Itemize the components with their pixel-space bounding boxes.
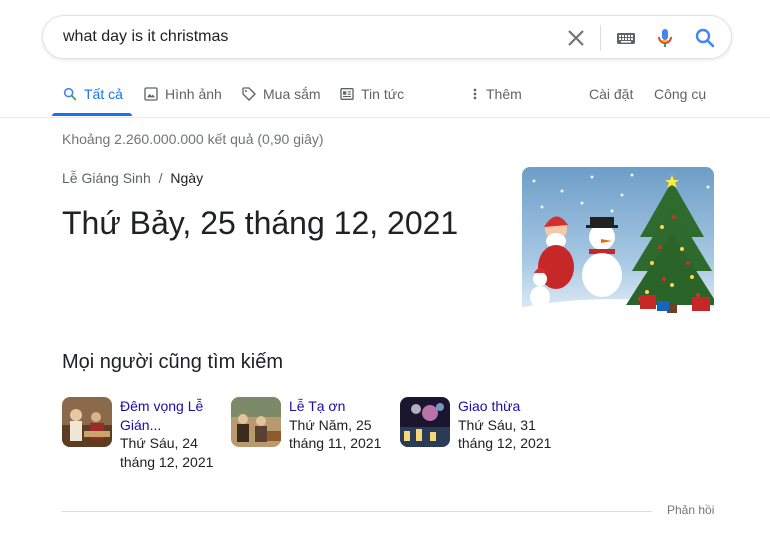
tab-news[interactable]: Tin tức [339, 86, 404, 102]
tab-images[interactable]: Hình ảnh [143, 86, 222, 102]
related-search-date: Thứ Sáu, 31 tháng 12, 2021 [458, 416, 552, 452]
feedback-link[interactable]: Phản hồi [667, 503, 714, 517]
related-search-text: Đêm vọng Lễ Gián... Thứ Sáu, 24 tháng 12… [120, 397, 220, 471]
people-also-search-title: Mọi người cũng tìm kiếm [62, 351, 284, 373]
active-tab-indicator [52, 113, 132, 116]
settings-label: Cài đặt [589, 86, 634, 102]
news-icon [340, 88, 354, 100]
related-search-text: Lễ Tạ ơn Thứ Năm, 25 tháng 11, 2021 [289, 397, 389, 453]
tabs-divider [0, 117, 770, 118]
keyboard-icon[interactable] [614, 26, 638, 50]
tab-more[interactable]: Thêm [470, 86, 522, 102]
result-stats: Khoảng 2.260.000.000 kết quả (0,90 giây) [62, 131, 324, 147]
tag-icon [242, 87, 256, 101]
image-icon [144, 87, 158, 101]
breadcrumb: Lễ Giáng Sinh / Ngày [62, 170, 203, 186]
related-search-date: Thứ Năm, 25 tháng 11, 2021 [289, 416, 382, 452]
tab-label: Hình ảnh [165, 86, 222, 102]
search-input[interactable]: what day is it christmas [63, 28, 228, 46]
tab-label: Tin tức [361, 86, 405, 102]
related-search-title[interactable]: Đêm vọng Lễ Gián... [120, 397, 220, 434]
search-tabs: Tất cả Hình ảnh Mua sắm Tin tức Thêm Cài [0, 74, 770, 117]
breadcrumb-current: Ngày [170, 170, 204, 186]
answer-value: Thứ Bảy, 25 tháng 12, 2021 [62, 205, 459, 241]
related-search-date: Thứ Sáu, 24 tháng 12, 2021 [120, 435, 214, 470]
microphone-icon[interactable] [653, 26, 677, 50]
settings-link[interactable]: Cài đặt [589, 86, 633, 102]
related-search-title[interactable]: Lễ Tạ ơn [289, 397, 389, 416]
tools-link[interactable]: Công cụ [654, 86, 706, 102]
search-icon [63, 87, 77, 101]
tab-label: Tất cả [84, 86, 123, 102]
search-box-divider [600, 25, 601, 51]
footer-divider [62, 511, 652, 512]
search-box[interactable]: what day is it christmas [42, 15, 732, 59]
related-search-text: Giao thừa Thứ Sáu, 31 tháng 12, 2021 [458, 397, 558, 453]
related-search-image[interactable] [231, 397, 281, 447]
christmas-image[interactable] [522, 167, 714, 326]
breadcrumb-separator: / [158, 170, 163, 186]
tab-shopping[interactable]: Mua sắm [241, 86, 321, 102]
tab-label: Mua sắm [263, 86, 321, 102]
clear-icon[interactable] [564, 26, 588, 50]
tab-all[interactable]: Tất cả [62, 86, 123, 102]
related-search-image[interactable] [62, 397, 112, 447]
search-submit-icon[interactable] [693, 26, 717, 50]
related-search-image[interactable] [400, 397, 450, 447]
breadcrumb-parent[interactable]: Lễ Giáng Sinh [62, 170, 151, 186]
more-vert-icon [473, 88, 477, 100]
related-search-title[interactable]: Giao thừa [458, 397, 558, 416]
tools-label: Công cụ [654, 86, 707, 102]
tab-label: Thêm [486, 86, 522, 102]
